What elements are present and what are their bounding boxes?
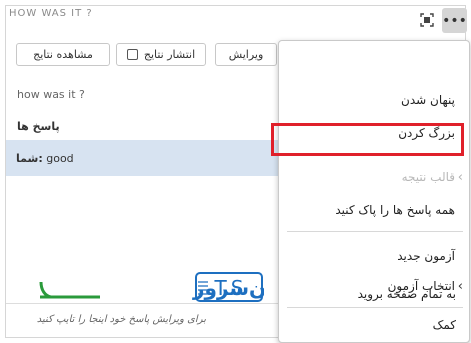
- answer-input-placeholder: برای ویرایش پاسخ خود اینجا را تایپ کنید: [36, 314, 206, 325]
- answer-text: شما: good: [16, 152, 74, 165]
- answer-row: شما: good: [6, 140, 306, 176]
- answer-input[interactable]: برای ویرایش پاسخ خود اینجا را تایپ کنید: [6, 303, 306, 337]
- chevron-right-icon: ›: [457, 170, 463, 185]
- menu-item-hide[interactable]: پنهان شدن: [279, 88, 469, 114]
- menu-item-label: به تمام صفحه بروید: [357, 287, 456, 301]
- answers-heading: پاسخ ها: [17, 120, 60, 133]
- logo-brand-text: تهران‌سرور: [192, 276, 264, 300]
- highlight-box: [271, 123, 464, 156]
- menu-item-label: آزمون جدید: [397, 249, 455, 263]
- answer-author: شما:: [16, 152, 43, 165]
- menu-item-fullscreen[interactable]: به تمام صفحه بروید: [278, 282, 470, 308]
- panel-title: HOW WAS IT ?: [9, 8, 93, 19]
- menu-item-result-template[interactable]: قالب نتیجه ›: [279, 165, 469, 191]
- view-results-button[interactable]: مشاهده نتایج: [16, 43, 110, 66]
- publish-results-checkbox[interactable]: [126, 49, 138, 60]
- tehranserver-logo: T.S تهران‌سرور: [38, 272, 306, 304]
- publish-results-label: انتشار نتایج: [143, 48, 196, 61]
- edit-button[interactable]: ویرایش: [215, 43, 277, 66]
- more-dots-icon[interactable]: •••: [442, 8, 467, 33]
- answer-value: good: [46, 152, 74, 165]
- menu-item-label: همه پاسخ ها را پاک کنید: [335, 203, 455, 217]
- menu-item-help[interactable]: کمک: [278, 313, 470, 339]
- menu-item-label: پنهان شدن: [401, 93, 455, 107]
- menu-item-label: قالب نتیجه: [401, 170, 455, 184]
- menu-separator: [287, 231, 463, 232]
- publish-results-toggle[interactable]: انتشار نتایج: [116, 43, 206, 66]
- question-text: how was it ?: [17, 88, 85, 101]
- focus-frame-icon[interactable]: [418, 11, 436, 29]
- menu-item-label: کمک: [432, 318, 456, 332]
- menu-item-clear-answers[interactable]: همه پاسخ ها را پاک کنید: [279, 198, 469, 224]
- menu-item-new-quiz[interactable]: آزمون جدید: [279, 244, 469, 270]
